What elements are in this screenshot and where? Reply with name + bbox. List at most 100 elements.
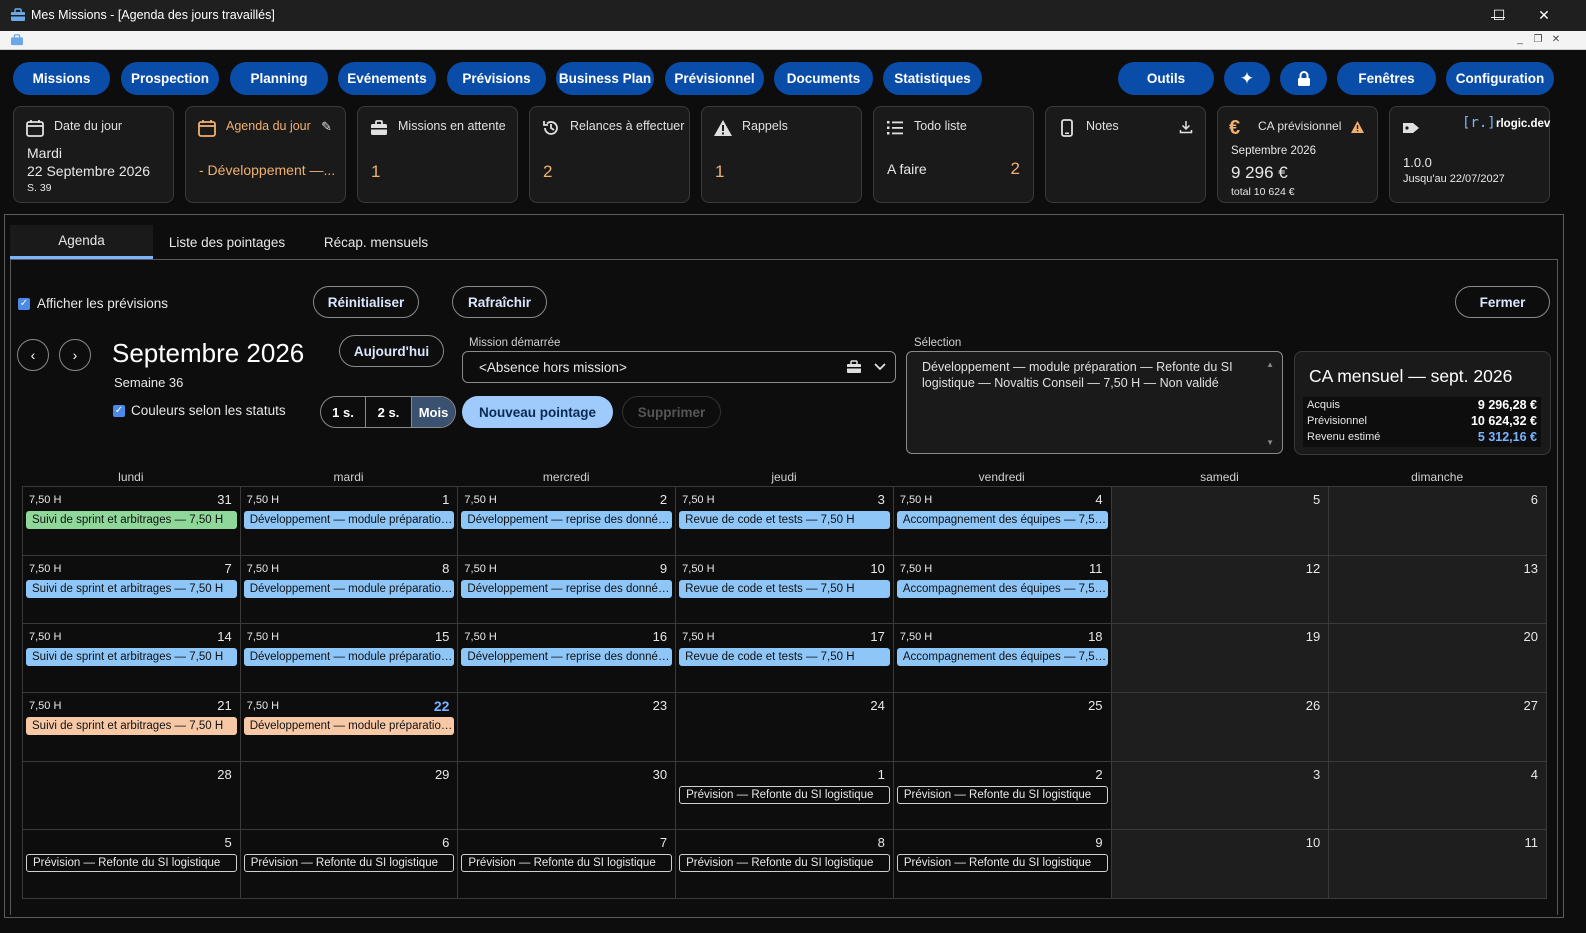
prevision-event[interactable]: Prévision — Refonte du SI logistique (243, 854, 455, 873)
calendar-day-cell[interactable]: 25 (892, 692, 1112, 762)
pointage-event[interactable]: Suivi de sprint et arbitrages — 7,50 H (26, 648, 237, 667)
pointage-event[interactable]: Développement — module préparation — 7,5… (243, 511, 455, 529)
pointage-event[interactable]: Développement — module préparation — 7,5… (243, 648, 455, 667)
download-icon[interactable] (1179, 120, 1193, 134)
calendar-day-cell[interactable]: 7,50 H 22 Développement — module préparati… (239, 692, 459, 762)
nav-documents[interactable]: Documents (774, 62, 873, 95)
show-previsions-checkbox[interactable]: ✓ (18, 298, 30, 310)
pointage-event[interactable]: Accompagnement des équipes — 7,50 H (896, 648, 1108, 667)
calendar-day-cell[interactable]: 6 Prévision — Refonte du SI logistique (239, 829, 459, 899)
mdi-restore-icon[interactable]: ❐ (1531, 33, 1545, 47)
calendar-day-cell[interactable]: 6 (1328, 486, 1547, 556)
selection-textarea[interactable]: Développement — module préparation — Ref… (906, 351, 1283, 454)
pointage-event[interactable]: Développement — reprise des données — 7,… (461, 579, 673, 598)
card-todo-liste[interactable]: Todo liste A faire 2 (873, 106, 1034, 203)
prevision-event[interactable]: Prévision — Refonte du SI logistique (26, 854, 237, 873)
card-notes[interactable]: Notes (1045, 106, 1206, 203)
next-month-button[interactable]: › (59, 339, 91, 371)
card-rappels[interactable]: Rappels 1 (701, 106, 862, 203)
view-1-week-button[interactable]: 1 s. (321, 397, 366, 427)
pointage-event[interactable]: Revue de code et tests — 7,50 H (679, 579, 890, 598)
calendar-day-cell[interactable]: 12 (1110, 554, 1330, 625)
calendar-day-cell[interactable]: 7,50 H 7 Suivi de sprint et arbitrages — 7… (22, 554, 241, 625)
nav-statistiques[interactable]: Statistiques (883, 62, 982, 95)
tab-recap-mensuels[interactable]: Récap. mensuels (301, 225, 451, 259)
calendar-day-cell[interactable]: 23 (457, 692, 677, 762)
view-2-weeks-button[interactable]: 2 s. (366, 397, 412, 427)
status-colors-checkbox[interactable]: ✓ (113, 405, 125, 417)
calendar-day-cell[interactable]: 19 (1110, 623, 1330, 693)
calendar-day-cell[interactable]: 7,50 H 21 Suivi de sprint et arbitrages — … (22, 692, 241, 762)
close-button[interactable]: ✕ (1521, 0, 1567, 31)
pointage-event[interactable]: Développement — module préparation — 7,5… (243, 717, 455, 735)
calendar-day-cell[interactable]: 2 Prévision — Refonte du SI logistique (892, 760, 1112, 831)
calendar-day-cell[interactable]: 10 (1110, 829, 1330, 899)
close-agenda-button[interactable]: Fermer (1455, 286, 1550, 318)
pencil-icon[interactable]: ✎ (321, 119, 332, 135)
calendar-day-cell[interactable]: 7,50 H 2 Développement — reprise des donné… (457, 486, 677, 556)
nav-business-plan[interactable]: Business Plan (556, 62, 654, 95)
card-relances[interactable]: Relances à effectuer 2 (529, 106, 690, 203)
prevision-event[interactable]: Prévision — Refonte du SI logistique (679, 785, 890, 804)
calendar-day-cell[interactable]: 7,50 H 15 Développement — module préparati… (239, 623, 459, 693)
calendar-day-cell[interactable]: 1 Prévision — Refonte du SI logistique (675, 760, 894, 831)
lock-button[interactable] (1280, 62, 1327, 95)
calendar-day-cell[interactable]: 29 (239, 760, 459, 831)
calendar-day-cell[interactable]: 28 (22, 760, 241, 831)
prevision-event[interactable]: Prévision — Refonte du SI logistique (461, 854, 673, 873)
calendar-day-cell[interactable]: 9 Prévision — Refonte du SI logistique (892, 829, 1112, 899)
nav-previsionnel[interactable]: Prévisionnel (665, 62, 764, 95)
nav-outils[interactable]: Outils (1118, 62, 1214, 95)
calendar-day-cell[interactable]: 5 (1110, 486, 1330, 556)
calendar-day-cell[interactable]: 7,50 H 17 Revue de code et tests — 7,50 H (675, 623, 894, 693)
calendar-day-cell[interactable]: 30 (457, 760, 677, 831)
calendar-day-cell[interactable]: 8 Prévision — Refonte du SI logistique (675, 829, 894, 899)
calendar-day-cell[interactable]: 11 (1328, 829, 1547, 899)
calendar-day-cell[interactable]: 4 (1328, 760, 1547, 831)
reset-button[interactable]: Réinitialiser (313, 286, 419, 318)
nav-planning[interactable]: Planning (230, 62, 328, 95)
calendar-day-cell[interactable]: 7,50 H 18 Accompagnement des équipes — 7,5… (892, 623, 1112, 693)
pointage-event[interactable]: Revue de code et tests — 7,50 H (679, 511, 890, 529)
nav-fenetres[interactable]: Fenêtres (1337, 62, 1436, 95)
calendar-day-cell[interactable]: 7,50 H 16 Développement — reprise des donn… (457, 623, 677, 693)
calendar-day-cell[interactable]: 7,50 H 3 Revue de code et tests — 7,50 H (675, 486, 894, 556)
calendar-day-cell[interactable]: 13 (1328, 554, 1547, 625)
nav-configuration[interactable]: Configuration (1446, 62, 1554, 95)
tab-agenda[interactable]: Agenda (10, 225, 153, 259)
card-agenda-du-jour[interactable]: Agenda du jour ✎ - Développement —... (185, 106, 346, 203)
calendar-day-cell[interactable]: 7,50 H 1 Développement — module préparatio… (239, 486, 459, 556)
calendar-day-cell[interactable]: 3 (1110, 760, 1330, 831)
calendar-day-cell[interactable]: 24 (675, 692, 894, 762)
card-ca-previsionnel[interactable]: € CA prévisionnel Septembre 2026 9 296 €… (1217, 106, 1378, 203)
card-version[interactable]: [r.] rlogic.dev 1.0.0 Jusqu'au 22/07/202… (1389, 106, 1550, 203)
prevision-event[interactable]: Prévision — Refonte du SI logistique (679, 854, 890, 873)
pointage-event[interactable]: Développement — module préparation — 7,5… (243, 579, 455, 598)
delete-button[interactable]: Supprimer (622, 396, 721, 428)
calendar-day-cell[interactable]: 7,50 H 11 Accompagnement des équipes — 7,5… (892, 554, 1112, 625)
calendar-day-cell[interactable]: 7,50 H 4 Accompagnement des équipes — 7,50… (892, 486, 1112, 556)
mdi-close-icon[interactable]: ✕ (1549, 33, 1563, 47)
refresh-button[interactable]: Rafraîchir (452, 286, 547, 318)
prevision-event[interactable]: Prévision — Refonte du SI logistique (896, 785, 1108, 804)
calendar-day-cell[interactable]: 27 (1328, 692, 1547, 762)
pointage-event[interactable]: Revue de code et tests — 7,50 H (679, 648, 890, 667)
calendar-day-cell[interactable]: 7,50 H 9 Développement — reprise des donné… (457, 554, 677, 625)
nav-prospection[interactable]: Prospection (121, 62, 219, 95)
nav-evenements[interactable]: Evénements (338, 62, 436, 95)
pointage-event[interactable]: Accompagnement des équipes — 7,50 H (896, 511, 1108, 529)
calendar-day-cell[interactable]: 7,50 H 31 Suivi de sprint et arbitrages — … (22, 486, 241, 556)
scroll-up-icon[interactable]: ▲ (1266, 360, 1274, 369)
calendar-day-cell[interactable]: 7,50 H 14 Suivi de sprint et arbitrages — … (22, 623, 241, 693)
calendar-day-cell[interactable]: 20 (1328, 623, 1547, 693)
nav-previsions[interactable]: Prévisions (447, 62, 546, 95)
card-date-du-jour[interactable]: Date du jour Mardi 22 Septembre 2026 S. … (13, 106, 174, 203)
tab-liste-pointages[interactable]: Liste des pointages (153, 225, 301, 259)
pointage-event[interactable]: Suivi de sprint et arbitrages — 7,50 H (26, 511, 237, 529)
maximize-button[interactable]: ☐ (1476, 0, 1522, 31)
view-month-button[interactable]: Mois (412, 397, 455, 427)
pointage-event[interactable]: Suivi de sprint et arbitrages — 7,50 H (26, 717, 237, 735)
ai-sparkle-button[interactable]: ✦ (1224, 62, 1270, 95)
calendar-day-cell[interactable]: 26 (1110, 692, 1330, 762)
today-button[interactable]: Aujourd'hui (339, 335, 444, 367)
